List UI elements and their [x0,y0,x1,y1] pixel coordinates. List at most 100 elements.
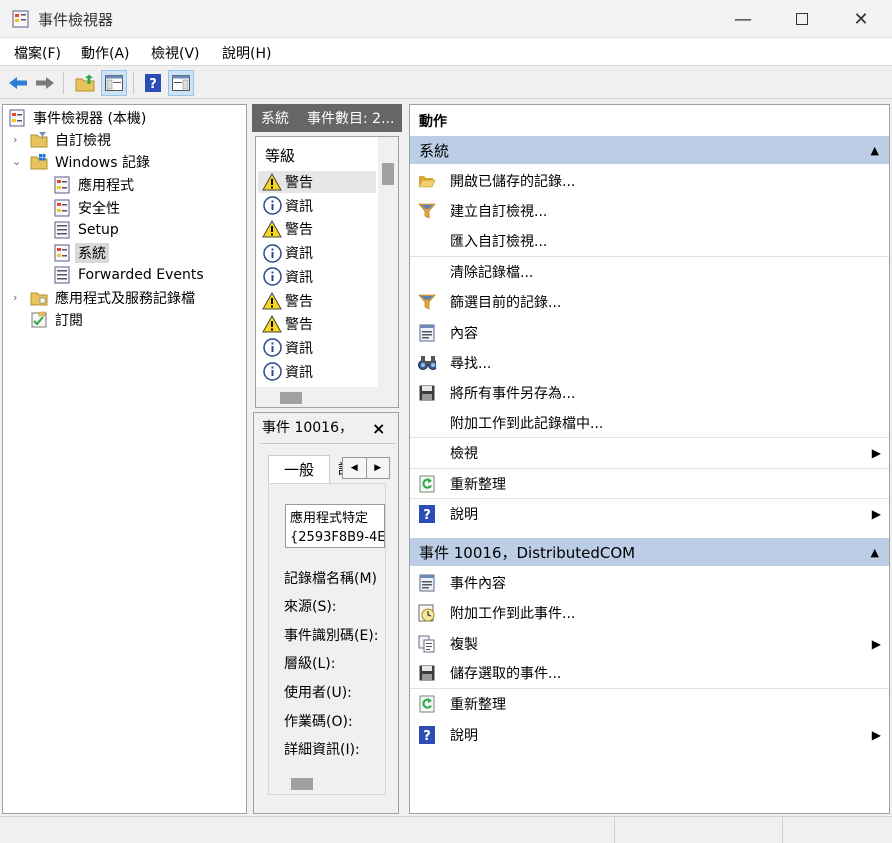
action-label: 檢視 [450,446,478,463]
action-item[interactable]: 重新整理 [410,469,889,499]
action-label: 建立自訂檢視... [450,204,548,221]
tree-item-app-service-logs[interactable]: 應用程式及服務記錄檔 [30,287,198,309]
action-label: 重新整理 [450,697,506,714]
event-row[interactable]: 警告 [258,171,376,193]
field-more-info: 詳細資訊(I): [284,742,360,758]
scrollbar-thumb[interactable] [291,778,313,790]
column-header-level[interactable]: 等級 [256,137,378,171]
collapse-icon[interactable]: ▲ [871,144,879,157]
actions-header: 動作 [419,114,447,130]
event-log-icon [54,244,70,262]
description-line: {2593F8B9-4EA [290,530,385,545]
tree-label: 自訂檢視 [55,133,111,149]
action-item[interactable]: 篩選目前的記錄... [410,287,889,317]
action-item[interactable]: 檢視 ▶ [410,439,889,469]
folder-up-icon [75,74,95,92]
tree-item-custom-views[interactable]: 自訂檢視 [30,129,114,151]
tab-general[interactable]: 一般 [268,455,330,483]
tree-item-setup[interactable]: Setup [53,219,122,241]
chevron-right-icon[interactable]: › [13,133,17,146]
maximize-button[interactable] [775,0,829,38]
field-source: 來源(S): [284,599,337,615]
action-item[interactable]: 清除記錄檔... [410,257,889,287]
action-item[interactable]: 複製 ▶ [410,629,889,659]
action-item[interactable]: 事件內容 [410,568,889,598]
event-row[interactable]: 資訊 [258,242,376,264]
action-label: 將所有事件另存為... [450,386,576,403]
action-item[interactable]: 建立自訂檢視... [410,196,889,226]
section-system[interactable]: 系統 ▲ [410,136,889,164]
action-item[interactable]: 重新整理 [410,689,889,719]
tree-item-system[interactable]: 系統 [53,242,109,264]
warning-icon [262,172,282,192]
event-row[interactable]: 資訊 [258,195,376,217]
event-level-label: 資訊 [285,246,313,263]
minimize-button[interactable]: — [716,0,770,38]
action-label: 複製 [450,636,478,653]
folder-filter-icon [30,132,48,148]
save-icon [418,664,436,682]
menu-view[interactable]: 檢視(V) [151,43,200,63]
show-hide-console-tree-button[interactable] [101,70,127,96]
chevron-right-icon[interactable]: › [13,291,17,304]
action-item[interactable]: 儲存選取的事件... [410,659,889,689]
up-folder-button[interactable] [72,70,98,96]
tree-item-subscriptions[interactable]: 訂閱 [30,309,86,331]
back-button[interactable] [5,70,31,96]
info-icon [262,267,282,287]
properties-icon [418,324,436,342]
show-hide-action-pane-button[interactable] [168,70,194,96]
event-row[interactable]: 警告 [258,313,376,335]
subscription-icon [31,311,47,328]
collapse-icon[interactable]: ▲ [871,546,879,559]
event-row[interactable]: 資訊 [258,266,376,288]
action-label: 附加工作到此事件... [450,606,576,623]
menu-help[interactable]: 說明(H) [222,43,271,63]
action-item[interactable]: 附加工作到此記錄檔中... [410,408,889,439]
toolbar-separator [133,72,134,94]
horizontal-scrollbar[interactable] [256,387,398,407]
event-row[interactable]: 資訊 [258,361,376,383]
tree-label: 訂閱 [55,313,83,329]
horizontal-scrollbar[interactable] [269,774,385,794]
vertical-scrollbar[interactable] [378,137,398,387]
event-description[interactable]: 應用程式特定 {2593F8B9-4EA [285,504,385,548]
action-item[interactable]: 尋找... [410,348,889,378]
action-item[interactable]: 內容 [410,318,889,348]
scroll-left-button[interactable]: ◀ [343,458,367,478]
menu-file[interactable]: 檔案(F) [14,43,61,63]
close-window-button[interactable]: ✕ [834,0,888,38]
copy-icon [418,635,436,653]
tree-label: 系統 [75,243,109,263]
svg-text:?: ? [423,729,431,744]
action-item[interactable]: 開啟已儲存的記錄... [410,166,889,196]
chevron-down-icon[interactable]: ⌄ [12,155,21,168]
scroll-right-button[interactable]: ▶ [367,458,390,478]
tree-item-root[interactable]: 事件檢視器 (本機) [8,107,149,129]
event-row[interactable]: 警告 [258,218,376,240]
svg-text:?: ? [149,77,157,92]
close-detail-button[interactable]: × [372,419,385,438]
tree-item-application[interactable]: 應用程式 [53,174,137,196]
event-row[interactable]: 資訊 [258,337,376,359]
action-item[interactable]: 將所有事件另存為... [410,378,889,408]
info-icon [262,243,282,263]
tree-label: Forwarded Events [78,267,204,283]
event-level-label: 警告 [285,222,313,239]
action-item[interactable]: ? 說明 ▶ [410,499,889,529]
action-item[interactable]: 附加工作到此事件... [410,598,889,628]
tree-item-security[interactable]: 安全性 [53,197,123,219]
tree-item-forwarded-events[interactable]: Forwarded Events [53,264,207,286]
event-level-label: 警告 [285,293,313,310]
help-toolbar-button[interactable]: ? [140,70,166,96]
arrow-right-icon [36,77,54,89]
scrollbar-thumb[interactable] [382,163,394,185]
action-item[interactable]: ? 說明 ▶ [410,720,889,750]
event-row[interactable]: 警告 [258,290,376,312]
tree-item-windows-logs[interactable]: Windows 記錄 [30,151,153,173]
section-event[interactable]: 事件 10016，DistributedCOM ▲ [410,538,889,566]
scrollbar-thumb[interactable] [280,392,302,404]
forward-button[interactable] [32,70,58,96]
menu-action[interactable]: 動作(A) [81,43,130,63]
action-item[interactable]: 匯入自訂檢視... [410,227,889,257]
